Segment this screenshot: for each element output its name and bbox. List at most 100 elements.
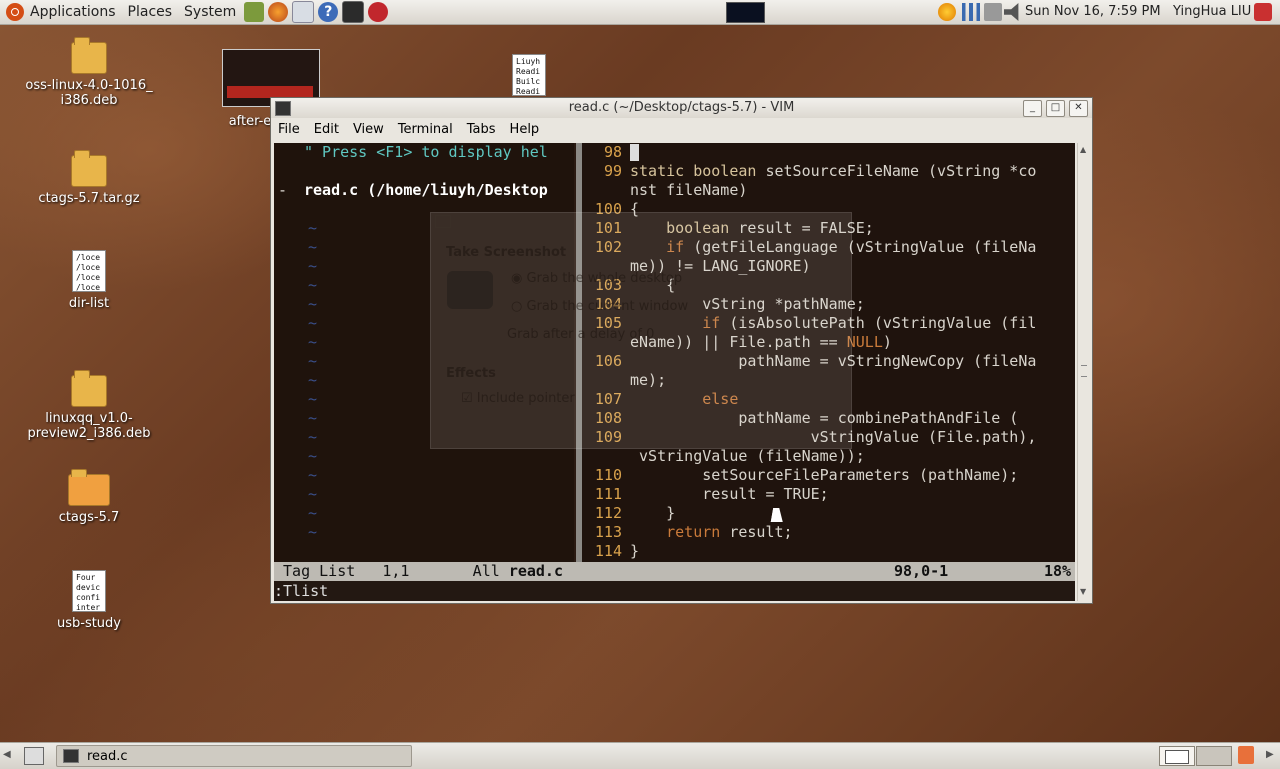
desktop-icon-label: ctags-5.7.tar.gz [38, 191, 140, 206]
desktop-icon-oss-linux[interactable]: oss-linux-4.0-1016_ i386.deb [24, 37, 154, 108]
code-line[interactable]: 110 setSourceFileParameters (pathName); [582, 466, 1018, 485]
minimize-button[interactable]: _ [1023, 100, 1042, 117]
desktop-icon-dir-list[interactable]: /loce /loce /loce /loce dir-list [24, 250, 154, 311]
include-pointer-checkbox: ☑ Include pointer [461, 391, 575, 406]
camera-icon [447, 271, 493, 309]
line-number: 113 [594, 523, 622, 541]
package-manager-icon[interactable] [244, 2, 265, 22]
desktop-icon-label: usb-study [56, 616, 121, 631]
status-file: read.c [508, 562, 563, 580]
code-text: nst fileName) [630, 181, 748, 199]
camera-icon [435, 215, 451, 228]
terminal-icon [275, 101, 291, 116]
workspace-window-thumb [1165, 750, 1189, 764]
mail-icon[interactable] [292, 1, 315, 23]
desktop-icon-usb-study[interactable]: Four devic confi inter usb-study [24, 570, 154, 631]
network-icon[interactable] [962, 3, 980, 21]
volume-icon[interactable] [1004, 3, 1019, 21]
help-icon[interactable]: ? [318, 2, 339, 22]
scroll-down-icon[interactable]: ▼ [1080, 587, 1086, 596]
code-line[interactable]: 114} [582, 542, 639, 561]
code-text: result = TRUE; [630, 485, 829, 503]
terminal-icon[interactable] [342, 1, 365, 23]
code-text: } [630, 542, 640, 560]
code-line[interactable]: 112 } [582, 504, 675, 523]
menu-tabs[interactable]: Tabs [460, 122, 503, 137]
code-text: vStringValue (fileName)); [630, 447, 865, 465]
system-monitor-icon[interactable] [726, 2, 765, 23]
code-line[interactable]: nst fileName) [582, 181, 747, 200]
code-text: } [630, 504, 676, 522]
line-number: 98 [603, 143, 622, 161]
ubuntu-logo-icon[interactable] [6, 3, 24, 21]
menu-file[interactable]: File [271, 122, 307, 137]
workspace-1[interactable] [1159, 746, 1195, 766]
update-notifier-icon[interactable] [938, 3, 956, 21]
empty-line-tilde: ~ [308, 371, 318, 389]
empty-line-tilde: ~ [308, 428, 318, 446]
menu-view[interactable]: View [346, 122, 391, 137]
archive-icon [71, 150, 107, 187]
trash-icon[interactable] [1238, 746, 1254, 764]
package-icon [71, 37, 107, 74]
menu-help[interactable]: Help [503, 122, 547, 137]
code-line[interactable]: 111 result = TRUE; [582, 485, 829, 504]
vim-status-line: Tag List 1,1 All read.c 98,0-1 18% [274, 562, 1075, 581]
scroll-left-icon[interactable]: ◀ [3, 749, 11, 760]
line-number: 111 [594, 485, 622, 503]
empty-line-tilde: ~ [308, 352, 318, 370]
show-desktop-icon[interactable] [24, 747, 44, 765]
status-percent: 18% [1044, 562, 1072, 580]
menu-applications[interactable]: Applications [24, 0, 122, 24]
status-position: 98,0-1 [894, 562, 949, 580]
desktop-icon-linuxqq[interactable]: linuxqq_v1.0- preview2_i386.deb [24, 370, 154, 441]
text-file-icon: Four devic confi inter [72, 570, 106, 612]
desktop-icon-ctags-folder[interactable]: ctags-5.7 [24, 469, 154, 525]
text-file-icon: /loce /loce /loce /loce [72, 250, 106, 292]
user-name[interactable]: YingHua LIU [1173, 0, 1251, 24]
menu-terminal[interactable]: Terminal [391, 122, 460, 137]
terminal-icon [63, 749, 79, 763]
desktop-icon-ctags-tar[interactable]: ctags-5.7.tar.gz [24, 150, 154, 206]
option-current-window: ○ Grab the current window [511, 299, 689, 314]
close-button[interactable]: ✕ [1069, 100, 1088, 117]
taskbar-item-readc[interactable]: read.c [56, 745, 412, 767]
maximize-button[interactable]: □ [1046, 100, 1065, 117]
empty-line-tilde: ~ [308, 485, 318, 503]
menu-system[interactable]: System [178, 0, 242, 24]
scroll-right-icon[interactable]: ▶ [1266, 749, 1274, 760]
workspace-2[interactable] [1196, 746, 1232, 766]
line-number: 110 [594, 466, 622, 484]
firefox-icon[interactable] [268, 2, 289, 22]
code-line[interactable]: 99 static boolean setSourceFileName (vStr… [582, 162, 1036, 181]
vim-command-line[interactable]: :Tlist [274, 581, 1075, 601]
window-titlebar[interactable]: read.c (~/Desktop/ctags-5.7) - VIM _ □ ✕ [271, 98, 1092, 118]
text-file-icon[interactable]: Liuyh Readi Builc Readi [512, 54, 546, 96]
empty-line-tilde: ~ [308, 523, 318, 541]
desktop-icon-label: ctags-5.7 [58, 510, 120, 525]
clock[interactable]: Sun Nov 16, 7:59 PM [1025, 0, 1161, 24]
screenshot-dialog-ghost: Take Screenshot ◉ Grab the whole desktop… [430, 212, 852, 449]
code-line[interactable]: vStringValue (fileName)); [582, 447, 865, 466]
scroll-up-icon[interactable]: ▲ [1080, 145, 1086, 154]
top-panel: Applications Places System ? Sun Nov 16,… [0, 0, 1280, 25]
menu-places[interactable]: Places [122, 0, 179, 24]
empty-line-tilde: ~ [308, 314, 318, 332]
scrollbar-grip[interactable] [1081, 365, 1087, 377]
taglist-help-line: " Press <F1> to display hel [304, 143, 548, 161]
empty-line-tilde: ~ [308, 238, 318, 256]
code-line[interactable]: 98 [582, 143, 639, 162]
opera-icon[interactable] [368, 2, 389, 22]
option-whole-desktop: ◉ Grab the whole desktop [511, 271, 683, 286]
bottom-panel: ◀ read.c ▶ [0, 742, 1280, 769]
shutdown-icon[interactable] [1254, 3, 1272, 21]
code-line[interactable]: 113 return result; [582, 523, 793, 542]
menu-edit[interactable]: Edit [307, 122, 346, 137]
empty-line-tilde: ~ [308, 257, 318, 275]
taglist-file-line[interactable]: read.c (/home/liuyh/Desktop [304, 181, 548, 200]
printer-icon[interactable] [984, 3, 1002, 21]
vertical-scrollbar[interactable]: ▲ ▼ [1077, 143, 1090, 601]
desktop-icon-label: oss-linux-4.0-1016_ i386.deb [25, 78, 153, 108]
desktop-icon-label: linuxqq_v1.0- preview2_i386.deb [27, 411, 151, 441]
taglist-fold-marker: - [278, 181, 288, 199]
